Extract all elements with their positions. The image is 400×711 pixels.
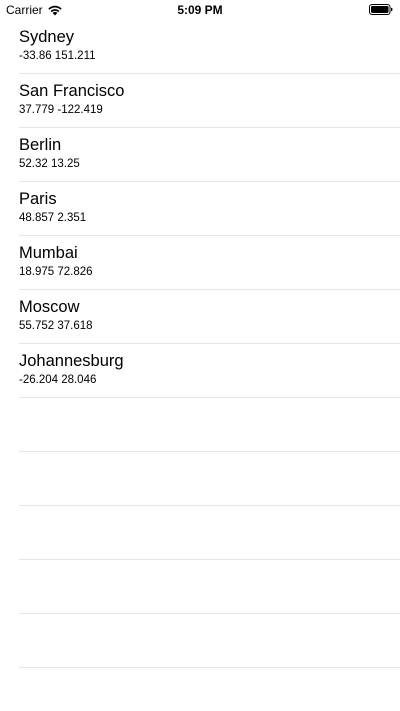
status-time: 5:09 PM (177, 3, 223, 17)
empty-row (0, 398, 400, 452)
city-list: Sydney -33.86 151.211 San Francisco 37.779 … (0, 20, 400, 668)
row-separator (19, 667, 400, 668)
city-coordinates: 55.752 37.618 (19, 320, 93, 332)
status-bar: Carrier 5:09 PM (0, 0, 400, 20)
empty-row (0, 452, 400, 506)
empty-row (0, 614, 400, 668)
empty-row (0, 560, 400, 614)
city-coordinates: -26.204 28.046 (19, 374, 97, 386)
city-name: Mumbai (19, 244, 78, 262)
city-row[interactable]: San Francisco 37.779 -122.419 (0, 74, 400, 128)
city-coordinates: 52.32 13.25 (19, 158, 80, 170)
city-name: San Francisco (19, 82, 125, 100)
city-coordinates: -33.86 151.211 (19, 50, 96, 62)
city-row[interactable]: Mumbai 18.975 72.826 (0, 236, 400, 290)
city-name: Sydney (19, 28, 75, 46)
city-row[interactable]: Moscow 55.752 37.618 (0, 290, 400, 344)
empty-row (0, 506, 400, 560)
city-row[interactable]: Berlin 52.32 13.25 (0, 128, 400, 182)
city-coordinates: 18.975 72.826 (19, 266, 93, 278)
battery-icon (369, 4, 393, 15)
city-name: Moscow (19, 298, 80, 316)
city-coordinates: 37.779 -122.419 (19, 104, 103, 116)
city-coordinates: 48.857 2.351 (19, 212, 87, 224)
city-name: Berlin (19, 136, 62, 154)
city-row[interactable]: Johannesburg -26.204 28.046 (0, 344, 400, 398)
city-name: Johannesburg (19, 352, 124, 370)
city-name: Paris (19, 190, 57, 208)
city-row[interactable]: Sydney -33.86 151.211 (0, 20, 400, 74)
city-row[interactable]: Paris 48.857 2.351 (0, 182, 400, 236)
